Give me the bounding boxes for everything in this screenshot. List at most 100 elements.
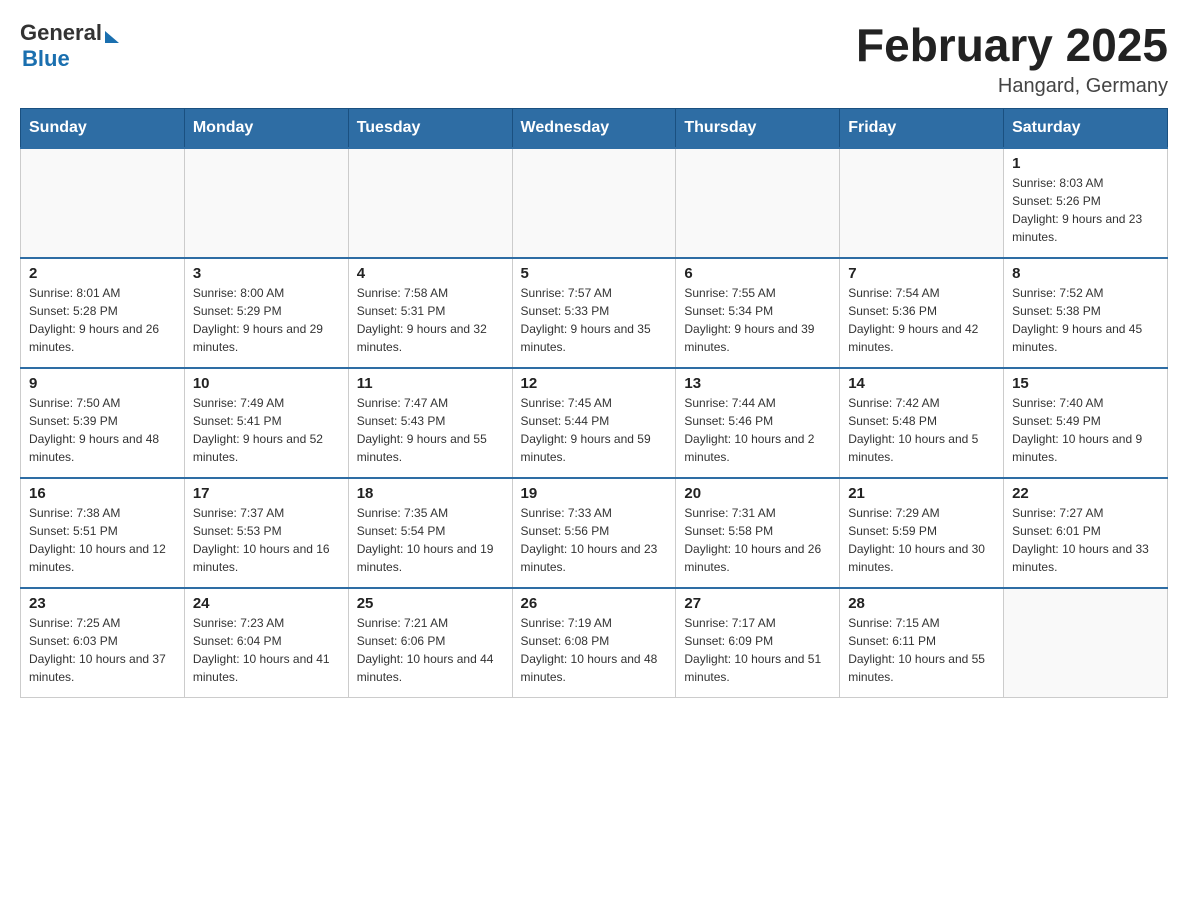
calendar-day-cell: 9 Sunrise: 7:50 AM Sunset: 5:39 PM Daylig…: [21, 368, 185, 478]
day-of-week-header: Tuesday: [348, 108, 512, 148]
logo-triangle-icon: [105, 31, 119, 43]
day-number: 25: [357, 595, 504, 612]
calendar-day-cell: 13Sunrise: 7:44 AM Sunset: 5:46 PM Dayli…: [676, 368, 840, 478]
day-number: 19: [521, 485, 668, 502]
day-info: Sunrise: 7:25 AM Sunset: 6:03 PM Dayligh…: [29, 614, 176, 686]
day-info: Sunrise: 8:03 AM Sunset: 5:26 PM Dayligh…: [1012, 174, 1159, 246]
page-header: General Blue February 2025 Hangard, Germ…: [20, 20, 1168, 98]
day-number: 21: [848, 485, 995, 502]
calendar-day-cell: [1004, 588, 1168, 698]
calendar-day-cell: 28 Sunrise: 7:15 AM Sunset: 6:11 PM Dayli…: [840, 588, 1004, 698]
calendar-table: SundayMondayTuesdayWednesdayThursdayFrid…: [20, 108, 1168, 699]
day-info: Sunrise: 7:33 AM Sunset: 5:56 PM Dayligh…: [521, 504, 668, 576]
logo: General Blue: [20, 20, 119, 73]
calendar-day-cell: 18 Sunrise: 7:35 AM Sunset: 5:54 PM Dayli…: [348, 478, 512, 588]
day-info: Sunrise: 7:37 AM Sunset: 5:53 PM Dayligh…: [193, 504, 340, 576]
day-info: Sunrise: 7:27 AM Sunset: 6:01 PM Dayligh…: [1012, 504, 1159, 576]
calendar-day-cell: 23 Sunrise: 7:25 AM Sunset: 6:03 PM Dayli…: [21, 588, 185, 698]
day-info: Sunrise: 7:50 AM Sunset: 5:39 PM Dayligh…: [29, 394, 176, 466]
calendar-day-cell: 25Sunrise: 7:21 AM Sunset: 6:06 PM Dayli…: [348, 588, 512, 698]
calendar-day-cell: [348, 148, 512, 258]
calendar-day-cell: 21 Sunrise: 7:29 AM Sunset: 5:59 PM Dayli…: [840, 478, 1004, 588]
day-number: 8: [1012, 265, 1159, 282]
day-number: 16: [29, 485, 176, 502]
calendar-day-cell: [840, 148, 1004, 258]
calendar-day-cell: [184, 148, 348, 258]
calendar-day-cell: [21, 148, 185, 258]
calendar-day-cell: [676, 148, 840, 258]
day-of-week-header: Friday: [840, 108, 1004, 148]
day-info: Sunrise: 7:38 AM Sunset: 5:51 PM Dayligh…: [29, 504, 176, 576]
day-info: Sunrise: 7:31 AM Sunset: 5:58 PM Dayligh…: [684, 504, 831, 576]
day-info: Sunrise: 8:00 AM Sunset: 5:29 PM Dayligh…: [193, 284, 340, 356]
day-number: 10: [193, 375, 340, 392]
calendar-day-cell: 22 Sunrise: 7:27 AM Sunset: 6:01 PM Dayli…: [1004, 478, 1168, 588]
logo-general-text: General: [20, 20, 102, 46]
day-info: Sunrise: 7:49 AM Sunset: 5:41 PM Dayligh…: [193, 394, 340, 466]
calendar-day-cell: 8 Sunrise: 7:52 AM Sunset: 5:38 PM Daylig…: [1004, 258, 1168, 368]
location-text: Hangard, Germany: [856, 75, 1168, 98]
calendar-day-cell: 6 Sunrise: 7:55 AM Sunset: 5:34 PM Daylig…: [676, 258, 840, 368]
day-number: 5: [521, 265, 668, 282]
logo-wrapper: General Blue: [20, 20, 119, 73]
calendar-header-row: SundayMondayTuesdayWednesdayThursdayFrid…: [21, 108, 1168, 148]
day-number: 3: [193, 265, 340, 282]
day-info: Sunrise: 7:19 AM Sunset: 6:08 PM Dayligh…: [521, 614, 668, 686]
calendar-day-cell: 20 Sunrise: 7:31 AM Sunset: 5:58 PM Dayli…: [676, 478, 840, 588]
day-info: Sunrise: 7:57 AM Sunset: 5:33 PM Dayligh…: [521, 284, 668, 356]
day-number: 23: [29, 595, 176, 612]
calendar-day-cell: 15 Sunrise: 7:40 AM Sunset: 5:49 PM Dayli…: [1004, 368, 1168, 478]
logo-blue-text: Blue: [22, 46, 119, 72]
calendar-day-cell: 7 Sunrise: 7:54 AM Sunset: 5:36 PM Daylig…: [840, 258, 1004, 368]
calendar-week-row: 23 Sunrise: 7:25 AM Sunset: 6:03 PM Dayli…: [21, 588, 1168, 698]
calendar-day-cell: 16 Sunrise: 7:38 AM Sunset: 5:51 PM Dayli…: [21, 478, 185, 588]
calendar-week-row: 1 Sunrise: 8:03 AM Sunset: 5:26 PM Daylig…: [21, 148, 1168, 258]
calendar-day-cell: 5 Sunrise: 7:57 AM Sunset: 5:33 PM Daylig…: [512, 258, 676, 368]
calendar-week-row: 2Sunrise: 8:01 AM Sunset: 5:28 PM Daylig…: [21, 258, 1168, 368]
day-number: 22: [1012, 485, 1159, 502]
calendar-day-cell: 12 Sunrise: 7:45 AM Sunset: 5:44 PM Dayli…: [512, 368, 676, 478]
day-info: Sunrise: 7:40 AM Sunset: 5:49 PM Dayligh…: [1012, 394, 1159, 466]
calendar-day-cell: 2Sunrise: 8:01 AM Sunset: 5:28 PM Daylig…: [21, 258, 185, 368]
day-number: 24: [193, 595, 340, 612]
calendar-day-cell: 10 Sunrise: 7:49 AM Sunset: 5:41 PM Dayli…: [184, 368, 348, 478]
day-number: 6: [684, 265, 831, 282]
calendar-day-cell: 14Sunrise: 7:42 AM Sunset: 5:48 PM Dayli…: [840, 368, 1004, 478]
calendar-day-cell: [512, 148, 676, 258]
calendar-day-cell: 26Sunrise: 7:19 AM Sunset: 6:08 PM Dayli…: [512, 588, 676, 698]
day-of-week-header: Saturday: [1004, 108, 1168, 148]
calendar-week-row: 16 Sunrise: 7:38 AM Sunset: 5:51 PM Dayli…: [21, 478, 1168, 588]
day-info: Sunrise: 7:54 AM Sunset: 5:36 PM Dayligh…: [848, 284, 995, 356]
calendar-day-cell: 17Sunrise: 7:37 AM Sunset: 5:53 PM Dayli…: [184, 478, 348, 588]
calendar-day-cell: 1 Sunrise: 8:03 AM Sunset: 5:26 PM Daylig…: [1004, 148, 1168, 258]
title-block: February 2025 Hangard, Germany: [856, 20, 1168, 98]
day-number: 9: [29, 375, 176, 392]
calendar-day-cell: 24 Sunrise: 7:23 AM Sunset: 6:04 PM Dayli…: [184, 588, 348, 698]
day-info: Sunrise: 7:52 AM Sunset: 5:38 PM Dayligh…: [1012, 284, 1159, 356]
day-info: Sunrise: 7:15 AM Sunset: 6:11 PM Dayligh…: [848, 614, 995, 686]
calendar-week-row: 9 Sunrise: 7:50 AM Sunset: 5:39 PM Daylig…: [21, 368, 1168, 478]
day-info: Sunrise: 7:17 AM Sunset: 6:09 PM Dayligh…: [684, 614, 831, 686]
day-info: Sunrise: 7:47 AM Sunset: 5:43 PM Dayligh…: [357, 394, 504, 466]
day-info: Sunrise: 7:23 AM Sunset: 6:04 PM Dayligh…: [193, 614, 340, 686]
day-number: 15: [1012, 375, 1159, 392]
day-info: Sunrise: 8:01 AM Sunset: 5:28 PM Dayligh…: [29, 284, 176, 356]
day-number: 18: [357, 485, 504, 502]
calendar-day-cell: 3 Sunrise: 8:00 AM Sunset: 5:29 PM Daylig…: [184, 258, 348, 368]
logo-line1: General: [20, 20, 119, 46]
day-of-week-header: Thursday: [676, 108, 840, 148]
day-number: 1: [1012, 155, 1159, 172]
day-info: Sunrise: 7:58 AM Sunset: 5:31 PM Dayligh…: [357, 284, 504, 356]
day-info: Sunrise: 7:29 AM Sunset: 5:59 PM Dayligh…: [848, 504, 995, 576]
day-number: 28: [848, 595, 995, 612]
day-info: Sunrise: 7:35 AM Sunset: 5:54 PM Dayligh…: [357, 504, 504, 576]
day-info: Sunrise: 7:44 AM Sunset: 5:46 PM Dayligh…: [684, 394, 831, 466]
day-of-week-header: Sunday: [21, 108, 185, 148]
day-number: 12: [521, 375, 668, 392]
day-info: Sunrise: 7:55 AM Sunset: 5:34 PM Dayligh…: [684, 284, 831, 356]
month-title: February 2025: [856, 20, 1168, 71]
day-number: 20: [684, 485, 831, 502]
day-info: Sunrise: 7:45 AM Sunset: 5:44 PM Dayligh…: [521, 394, 668, 466]
calendar-day-cell: 4Sunrise: 7:58 AM Sunset: 5:31 PM Daylig…: [348, 258, 512, 368]
day-number: 7: [848, 265, 995, 282]
